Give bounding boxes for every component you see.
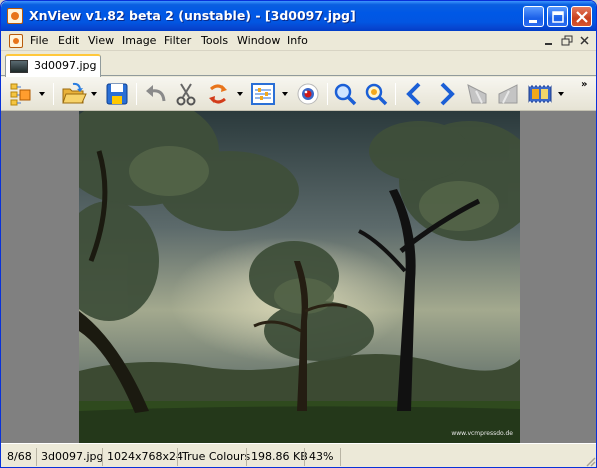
save-button[interactable] — [104, 81, 130, 107]
rotate-icon — [209, 84, 227, 104]
status-zoom: 43% — [304, 448, 340, 466]
open-button[interactable] — [61, 81, 87, 107]
status-file-size: 198.86 KB — [246, 448, 308, 466]
toolbar-separator — [395, 83, 396, 105]
toolbar-separator — [136, 83, 137, 105]
open-icon — [62, 82, 87, 104]
save-icon — [106, 83, 128, 105]
previous-image-button[interactable] — [402, 81, 428, 107]
title-bar[interactable]: XnView v1.82 beta 2 (unstable) - [3d0097… — [1, 1, 596, 31]
toolbar-overflow-icon[interactable]: » — [581, 79, 587, 90]
menu-window[interactable]: Window — [237, 34, 280, 47]
main-toolbar: » — [1, 77, 596, 111]
menu-info[interactable]: Info — [287, 34, 308, 47]
menu-file[interactable]: File — [30, 34, 48, 47]
menu-tools[interactable]: Tools — [201, 34, 228, 47]
slideshow-button[interactable] — [527, 81, 553, 107]
status-image-index: 8/68 — [7, 450, 32, 463]
browser-dropdown-icon[interactable] — [39, 91, 46, 97]
app-window: XnView v1.82 beta 2 (unstable) - [3d0097… — [0, 0, 597, 468]
menu-view[interactable]: View — [88, 34, 114, 47]
xnview-app-icon[interactable] — [7, 8, 23, 24]
undo-button[interactable] — [143, 81, 169, 107]
first-icon — [467, 84, 487, 104]
mdi-close-icon[interactable] — [578, 34, 592, 48]
toolbar-separator — [327, 83, 328, 105]
zoom-in-icon — [334, 83, 357, 106]
close-button[interactable] — [571, 6, 592, 27]
tab-3d0097[interactable]: 3d0097.jpg — [5, 54, 101, 77]
undo-icon — [146, 85, 166, 102]
close-icon — [576, 11, 588, 23]
minimize-button[interactable] — [523, 6, 544, 27]
image-watermark: www.vcmpressdo.de — [451, 430, 513, 437]
zoom-in-button[interactable] — [332, 81, 358, 107]
menu-bar: File Edit View Image Filter Tools Window… — [1, 31, 596, 51]
image-thumbnail-icon — [10, 60, 28, 73]
toolbar-separator — [53, 83, 54, 105]
tab-label: 3d0097.jpg — [34, 59, 97, 72]
next-icon — [440, 82, 455, 106]
browser-icon — [10, 83, 31, 106]
displayed-image: www.vcmpressdo.de — [79, 111, 520, 443]
menu-image[interactable]: Image — [122, 34, 156, 47]
window-title: XnView v1.82 beta 2 (unstable) - [3d0097… — [29, 8, 356, 23]
zoom-out-icon — [365, 83, 388, 106]
document-tabs: 3d0097.jpg — [1, 51, 596, 77]
rotate-dropdown-icon[interactable] — [237, 91, 244, 97]
adjust-button[interactable] — [250, 81, 276, 107]
maximize-button[interactable] — [547, 6, 568, 27]
red-eye-button[interactable] — [295, 81, 321, 107]
first-image-button[interactable] — [464, 81, 490, 107]
status-colour-mode: True Colours — [177, 448, 250, 466]
red-eye-icon — [297, 83, 319, 105]
zoom-out-button[interactable] — [363, 81, 389, 107]
mdi-restore-icon[interactable] — [560, 34, 574, 48]
browser-button[interactable] — [7, 81, 33, 107]
slideshow-icon — [528, 85, 552, 103]
menu-edit[interactable]: Edit — [58, 34, 79, 47]
previous-icon — [406, 82, 421, 106]
last-icon — [498, 84, 518, 104]
last-image-button[interactable] — [495, 81, 521, 107]
open-dropdown-icon[interactable] — [91, 91, 98, 97]
adjust-icon — [251, 83, 275, 105]
status-bar: 8/68 3d0097.jpg 1024x768x24 True Colours… — [1, 443, 596, 467]
maximize-icon — [552, 11, 564, 23]
slideshow-dropdown-icon[interactable] — [558, 91, 565, 97]
adjust-dropdown-icon[interactable] — [282, 91, 289, 97]
cut-icon — [176, 83, 196, 106]
resize-grip-icon[interactable] — [584, 455, 596, 467]
cut-button[interactable] — [173, 81, 199, 107]
image-view-area[interactable]: www.vcmpressdo.de — [1, 111, 596, 443]
menu-filter[interactable]: Filter — [164, 34, 191, 47]
mdi-minimize-icon[interactable] — [542, 34, 556, 48]
status-empty-panel — [340, 448, 584, 466]
rotate-button[interactable] — [205, 81, 231, 107]
forest-scene-image — [79, 111, 520, 443]
status-dimensions: 1024x768x24 — [102, 448, 183, 466]
next-image-button[interactable] — [433, 81, 459, 107]
document-menu-icon[interactable] — [9, 34, 23, 48]
status-filename: 3d0097.jpg — [36, 448, 104, 466]
minimize-icon — [529, 20, 537, 23]
